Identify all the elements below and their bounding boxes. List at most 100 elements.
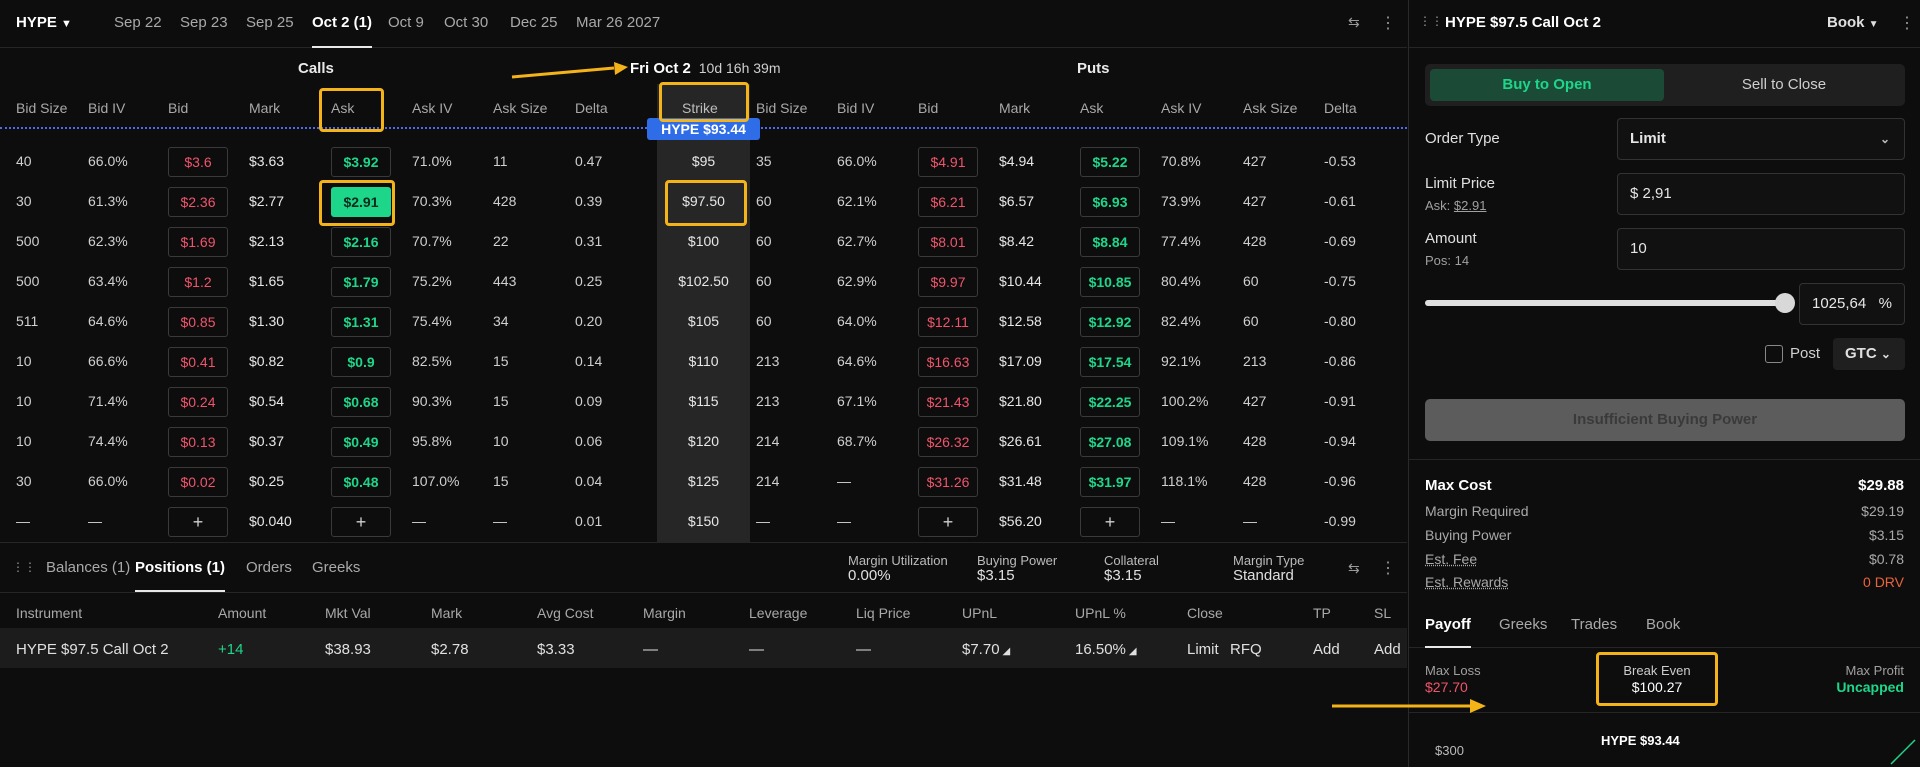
call-bid-cell[interactable]: $0.13 bbox=[168, 427, 228, 457]
call-ask-cell[interactable]: $0.48 bbox=[331, 467, 391, 497]
put-ask-cell[interactable]: $31.97 bbox=[1080, 467, 1140, 497]
expiry-tab-sep22[interactable]: Sep 22 bbox=[114, 0, 162, 48]
call-bid-cell[interactable]: $0.85 bbox=[168, 307, 228, 337]
call-ask-cell[interactable]: $0.68 bbox=[331, 387, 391, 417]
call-ask-cell[interactable]: + bbox=[331, 507, 391, 537]
strike-cell[interactable]: $100 bbox=[657, 233, 750, 249]
put-mark-cell: $56.20 bbox=[999, 513, 1042, 529]
put-ask-cell[interactable]: $5.22 bbox=[1080, 147, 1140, 177]
percent-input[interactable]: 1025,64% bbox=[1799, 283, 1905, 325]
strike-cell[interactable]: $95 bbox=[657, 153, 750, 169]
put-ask-cell[interactable]: $27.08 bbox=[1080, 427, 1140, 457]
expiry-tab-sep23[interactable]: Sep 23 bbox=[180, 0, 228, 48]
put-ask-cell[interactable]: $12.92 bbox=[1080, 307, 1140, 337]
put-ask-cell[interactable]: $17.54 bbox=[1080, 347, 1140, 377]
expiry-tab-sep25[interactable]: Sep 25 bbox=[246, 0, 294, 48]
expiry-tab-oct30[interactable]: Oct 30 bbox=[444, 0, 488, 48]
put-bid-cell[interactable]: $6.21 bbox=[918, 187, 978, 217]
put-bid-cell[interactable]: + bbox=[918, 507, 978, 537]
time-in-force-select[interactable]: GTC ⌄ bbox=[1833, 338, 1905, 370]
more-vertical-icon[interactable]: ⋮ bbox=[1380, 558, 1396, 578]
put-ask-cell[interactable]: $6.93 bbox=[1080, 187, 1140, 217]
put-bid-cell[interactable]: $31.26 bbox=[918, 467, 978, 497]
strike-cell[interactable]: $110 bbox=[657, 353, 750, 369]
tab-greeks-order[interactable]: Greeks bbox=[1499, 604, 1547, 648]
tab-greeks[interactable]: Greeks bbox=[312, 546, 360, 592]
tab-trades[interactable]: Trades bbox=[1571, 604, 1617, 648]
order-type-select[interactable]: Limit ⌄ bbox=[1617, 118, 1905, 160]
put-bid-cell[interactable]: $4.91 bbox=[918, 147, 978, 177]
call-ask-cell[interactable]: $1.31 bbox=[331, 307, 391, 337]
call-delta-cell: 0.31 bbox=[575, 233, 603, 249]
expiry-tab-mar26-2027[interactable]: Mar 26 2027 bbox=[576, 0, 660, 48]
call-ask-cell[interactable]: $3.92 bbox=[331, 147, 391, 177]
tab-book[interactable]: Book bbox=[1646, 604, 1680, 648]
max-cost-label: Max Cost bbox=[1425, 477, 1492, 494]
strike-cell[interactable]: $105 bbox=[657, 313, 750, 329]
ask-hint[interactable]: Ask: $2.91 bbox=[1425, 198, 1486, 213]
expiry-tab-dec25[interactable]: Dec 25 bbox=[510, 0, 558, 48]
put-bid-cell[interactable]: $12.11 bbox=[918, 307, 978, 337]
stat-margin-type: Margin Type Standard bbox=[1233, 553, 1305, 584]
call-bid-cell[interactable]: $0.24 bbox=[168, 387, 228, 417]
call-bid-cell[interactable]: $3.6 bbox=[168, 147, 228, 177]
put-ask-cell[interactable]: $10.85 bbox=[1080, 267, 1140, 297]
put-ask-cell[interactable]: + bbox=[1080, 507, 1140, 537]
tab-payoff[interactable]: Payoff bbox=[1425, 604, 1471, 648]
tab-positions[interactable]: Positions (1) bbox=[135, 546, 226, 592]
strike-cell[interactable]: $115 bbox=[657, 393, 750, 409]
put-bid-cell[interactable]: $26.32 bbox=[918, 427, 978, 457]
tab-balances[interactable]: Balances (1) bbox=[46, 546, 130, 592]
amount-input[interactable]: 10 bbox=[1617, 228, 1905, 270]
expiry-tab-oct2[interactable]: Oct 2 (1) bbox=[312, 0, 373, 48]
tab-orders[interactable]: Orders bbox=[246, 546, 292, 592]
position-instrument[interactable]: HYPE $97.5 Call Oct 2 bbox=[16, 641, 169, 658]
more-vertical-icon[interactable]: ⋮ bbox=[1380, 13, 1396, 33]
est-rewards-label[interactable]: Est. Rewards bbox=[1425, 574, 1508, 590]
sl-add-button[interactable]: Add bbox=[1374, 641, 1401, 658]
expiry-tab-oct9[interactable]: Oct 9 bbox=[388, 0, 424, 48]
put-ask-cell[interactable]: $8.84 bbox=[1080, 227, 1140, 257]
call-ask-cell[interactable]: $1.79 bbox=[331, 267, 391, 297]
drag-handle-icon[interactable]: ⋮⋮ bbox=[1419, 14, 1443, 28]
call-bid-iv-cell: — bbox=[88, 513, 102, 529]
more-vertical-icon[interactable]: ⋮ bbox=[1899, 13, 1915, 33]
settings-sliders-icon[interactable]: ⇆ bbox=[1348, 14, 1360, 31]
call-bid-cell[interactable]: $0.02 bbox=[168, 467, 228, 497]
limit-price-input[interactable]: $ 2,91 bbox=[1617, 173, 1905, 215]
post-checkbox[interactable] bbox=[1765, 345, 1783, 363]
view-select[interactable]: Book ▼ bbox=[1827, 14, 1879, 31]
put-bid-cell[interactable]: $16.63 bbox=[918, 347, 978, 377]
sell-to-close-button[interactable]: Sell to Close bbox=[1667, 69, 1901, 101]
asset-selector[interactable]: HYPE ▼ bbox=[16, 0, 72, 48]
call-bid-cell[interactable]: $1.2 bbox=[168, 267, 228, 297]
amount-slider-handle[interactable] bbox=[1775, 293, 1795, 313]
call-bid-cell[interactable]: $0.41 bbox=[168, 347, 228, 377]
strike-cell[interactable]: $120 bbox=[657, 433, 750, 449]
call-ask-cell[interactable]: $0.9 bbox=[331, 347, 391, 377]
buy-to-open-button[interactable]: Buy to Open bbox=[1430, 69, 1664, 101]
submit-order-button[interactable]: Insufficient Buying Power bbox=[1425, 399, 1905, 441]
call-ask-iv-cell: 70.7% bbox=[412, 233, 452, 249]
highlight-selected-strike bbox=[665, 180, 747, 226]
filter-sliders-icon[interactable]: ⇆ bbox=[1348, 560, 1360, 577]
drag-handle-icon[interactable]: ⋮⋮ bbox=[12, 560, 36, 574]
call-bid-cell[interactable]: $2.36 bbox=[168, 187, 228, 217]
strike-cell[interactable]: $125 bbox=[657, 473, 750, 489]
est-fee-label[interactable]: Est. Fee bbox=[1425, 551, 1477, 567]
call-ask-cell[interactable]: $2.16 bbox=[331, 227, 391, 257]
call-bid-cell[interactable]: $1.69 bbox=[168, 227, 228, 257]
strike-cell[interactable]: $150 bbox=[657, 513, 750, 529]
put-ask-cell[interactable]: $22.25 bbox=[1080, 387, 1140, 417]
put-ask-size-cell: 213 bbox=[1243, 353, 1267, 369]
close-rfq-button[interactable]: RFQ bbox=[1230, 641, 1262, 658]
call-bid-cell[interactable]: + bbox=[168, 507, 228, 537]
strike-cell[interactable]: $102.50 bbox=[657, 273, 750, 289]
call-ask-cell[interactable]: $0.49 bbox=[331, 427, 391, 457]
put-bid-cell[interactable]: $8.01 bbox=[918, 227, 978, 257]
put-bid-cell[interactable]: $21.43 bbox=[918, 387, 978, 417]
put-bid-cell[interactable]: $9.97 bbox=[918, 267, 978, 297]
tp-add-button[interactable]: Add bbox=[1313, 641, 1340, 658]
put-bid-size-cell: 214 bbox=[756, 433, 780, 449]
close-limit-button[interactable]: Limit bbox=[1187, 641, 1219, 658]
